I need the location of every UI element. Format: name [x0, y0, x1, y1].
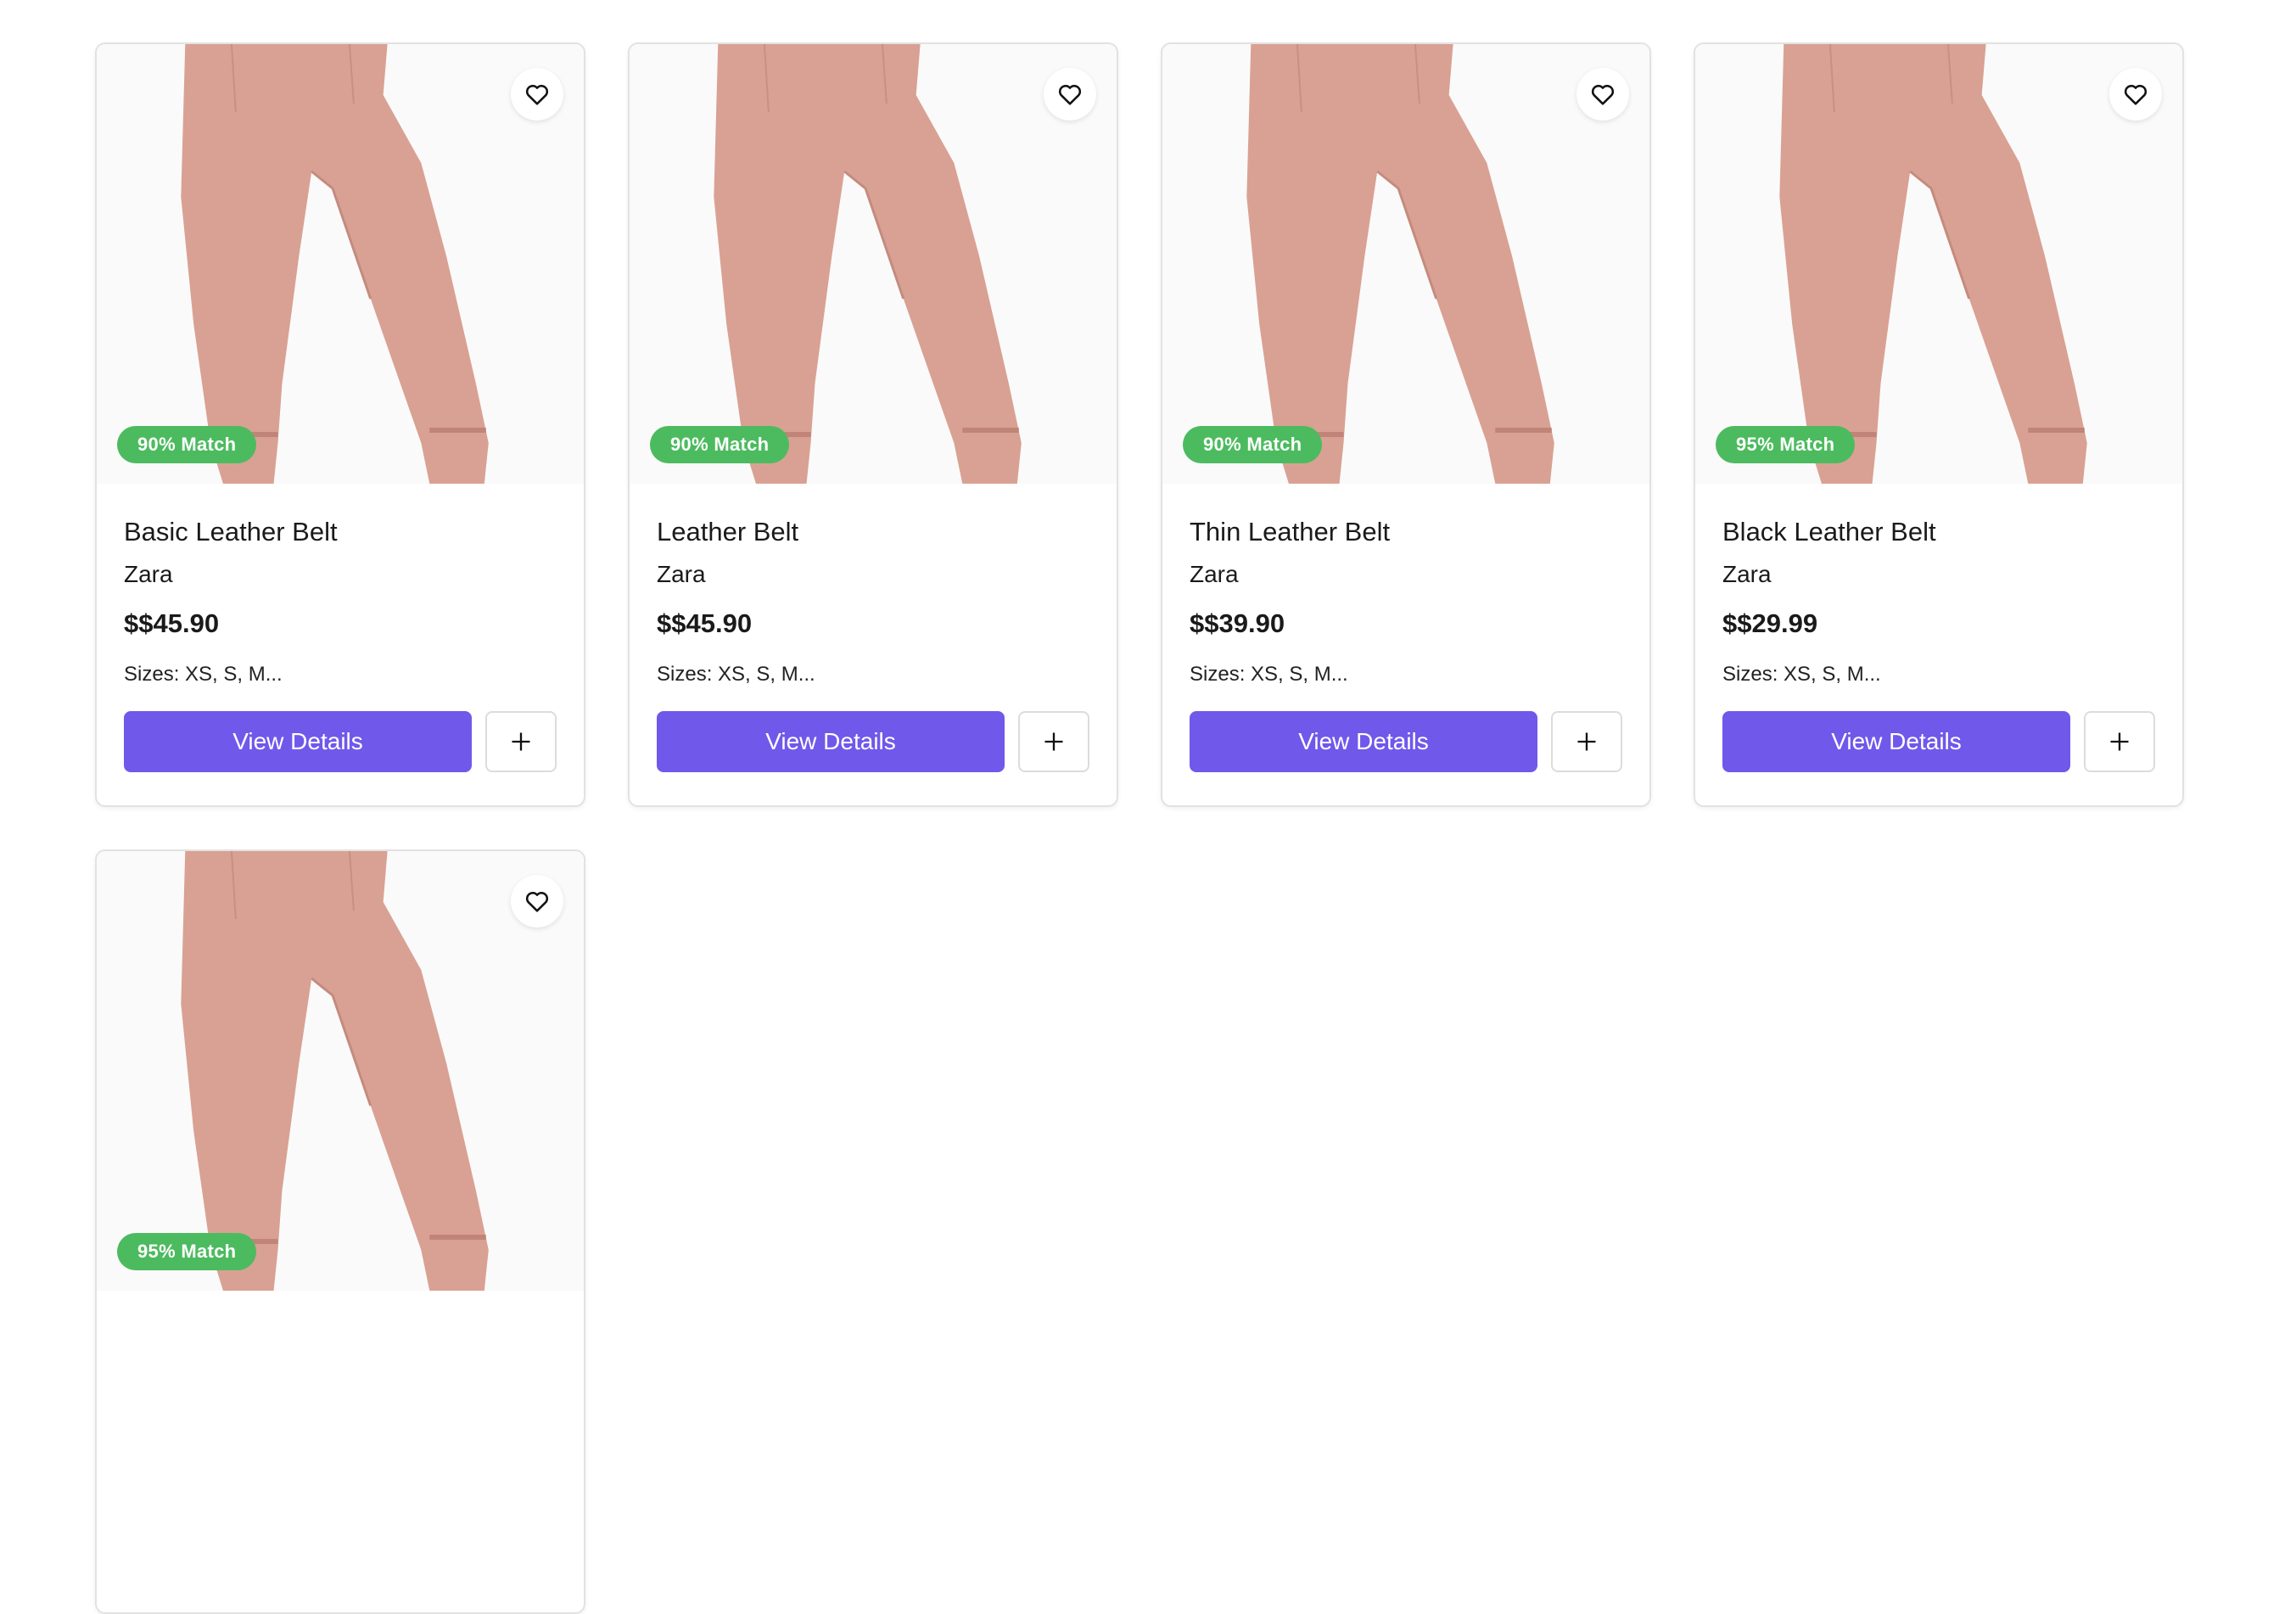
- favorite-button[interactable]: [511, 875, 563, 927]
- match-badge: 95% Match: [1716, 426, 1856, 463]
- card-actions: View Details: [657, 711, 1089, 772]
- product-photo: [181, 851, 489, 1291]
- plus-icon: [512, 732, 530, 751]
- product-card[interactable]: 90% Match Thin Leather Belt Zara $$39.90…: [1161, 42, 1651, 807]
- favorite-button[interactable]: [1576, 68, 1629, 120]
- product-sizes: Sizes: XS, S, M...: [657, 663, 815, 686]
- product-brand: Zara: [1722, 561, 1772, 587]
- add-button[interactable]: [485, 711, 557, 772]
- product-title[interactable]: Black Leather Belt: [1722, 516, 2155, 548]
- product-sizes: Sizes: XS, S, M...: [1190, 663, 1348, 686]
- product-card[interactable]: 90% Match Leather Belt Zara $$45.90 Size…: [628, 42, 1118, 807]
- product-title[interactable]: Basic Leather Belt: [124, 516, 557, 548]
- product-card[interactable]: 90% Match Basic Leather Belt Zara $$45.9…: [95, 42, 585, 807]
- match-badge: 90% Match: [1183, 426, 1323, 463]
- card-actions: View Details: [1722, 711, 2155, 772]
- heart-outline-icon: [1058, 85, 1082, 105]
- product-info: Black Leather Belt Zara $$29.99 Sizes: X…: [1695, 516, 2182, 772]
- card-actions: View Details: [1190, 711, 1622, 772]
- product-price: $$29.99: [1722, 608, 1818, 638]
- product-brand: Zara: [1190, 561, 1239, 587]
- product-grid: 90% Match Basic Leather Belt Zara $$45.9…: [95, 42, 2184, 1614]
- product-image[interactable]: 95% Match: [1695, 44, 2182, 484]
- match-badge: 90% Match: [650, 426, 790, 463]
- product-info: Thin Leather Belt Zara $$39.90 Sizes: XS…: [1162, 516, 1649, 772]
- product-brand: Zara: [657, 561, 706, 587]
- product-price: $$45.90: [124, 608, 220, 638]
- plus-icon: [1577, 732, 1596, 751]
- plus-icon: [2110, 732, 2129, 751]
- heart-outline-icon: [525, 892, 549, 912]
- product-sizes: Sizes: XS, S, M...: [124, 663, 283, 686]
- product-sizes: Sizes: XS, S, M...: [1722, 663, 1881, 686]
- card-actions: View Details: [124, 711, 557, 772]
- match-badge: 90% Match: [117, 426, 257, 463]
- view-details-button[interactable]: View Details: [1190, 711, 1537, 772]
- product-image[interactable]: 90% Match: [630, 44, 1117, 484]
- product-price: $$45.90: [657, 608, 753, 638]
- product-photo: [181, 44, 489, 484]
- view-details-button[interactable]: View Details: [657, 711, 1005, 772]
- add-button[interactable]: [1018, 711, 1089, 772]
- view-details-button[interactable]: View Details: [1722, 711, 2070, 772]
- heart-outline-icon: [525, 85, 549, 105]
- add-button[interactable]: [1551, 711, 1622, 772]
- match-badge: 95% Match: [117, 1233, 257, 1270]
- product-title[interactable]: Thin Leather Belt: [1190, 516, 1622, 548]
- product-info: Basic Leather Belt Zara $$45.90 Sizes: X…: [97, 516, 584, 772]
- heart-outline-icon: [1591, 85, 1615, 105]
- product-image[interactable]: 90% Match: [1162, 44, 1649, 484]
- product-photo: [1246, 44, 1554, 484]
- product-info: Leather Belt Zara $$45.90 Sizes: XS, S, …: [630, 516, 1117, 772]
- product-brand: Zara: [124, 561, 173, 587]
- product-card[interactable]: 95% Match: [95, 849, 585, 1614]
- view-details-button[interactable]: View Details: [124, 711, 472, 772]
- favorite-button[interactable]: [2109, 68, 2162, 120]
- product-image[interactable]: 90% Match: [97, 44, 584, 484]
- product-price: $$39.90: [1190, 608, 1285, 638]
- favorite-button[interactable]: [511, 68, 563, 120]
- product-photo: [714, 44, 1022, 484]
- plus-icon: [1044, 732, 1063, 751]
- add-button[interactable]: [2084, 711, 2155, 772]
- product-card[interactable]: 95% Match Black Leather Belt Zara $$29.9…: [1694, 42, 2184, 807]
- product-image[interactable]: 95% Match: [97, 851, 584, 1291]
- product-photo: [1779, 44, 2087, 484]
- product-title[interactable]: Leather Belt: [657, 516, 1089, 548]
- favorite-button[interactable]: [1044, 68, 1096, 120]
- heart-outline-icon: [2124, 85, 2148, 105]
